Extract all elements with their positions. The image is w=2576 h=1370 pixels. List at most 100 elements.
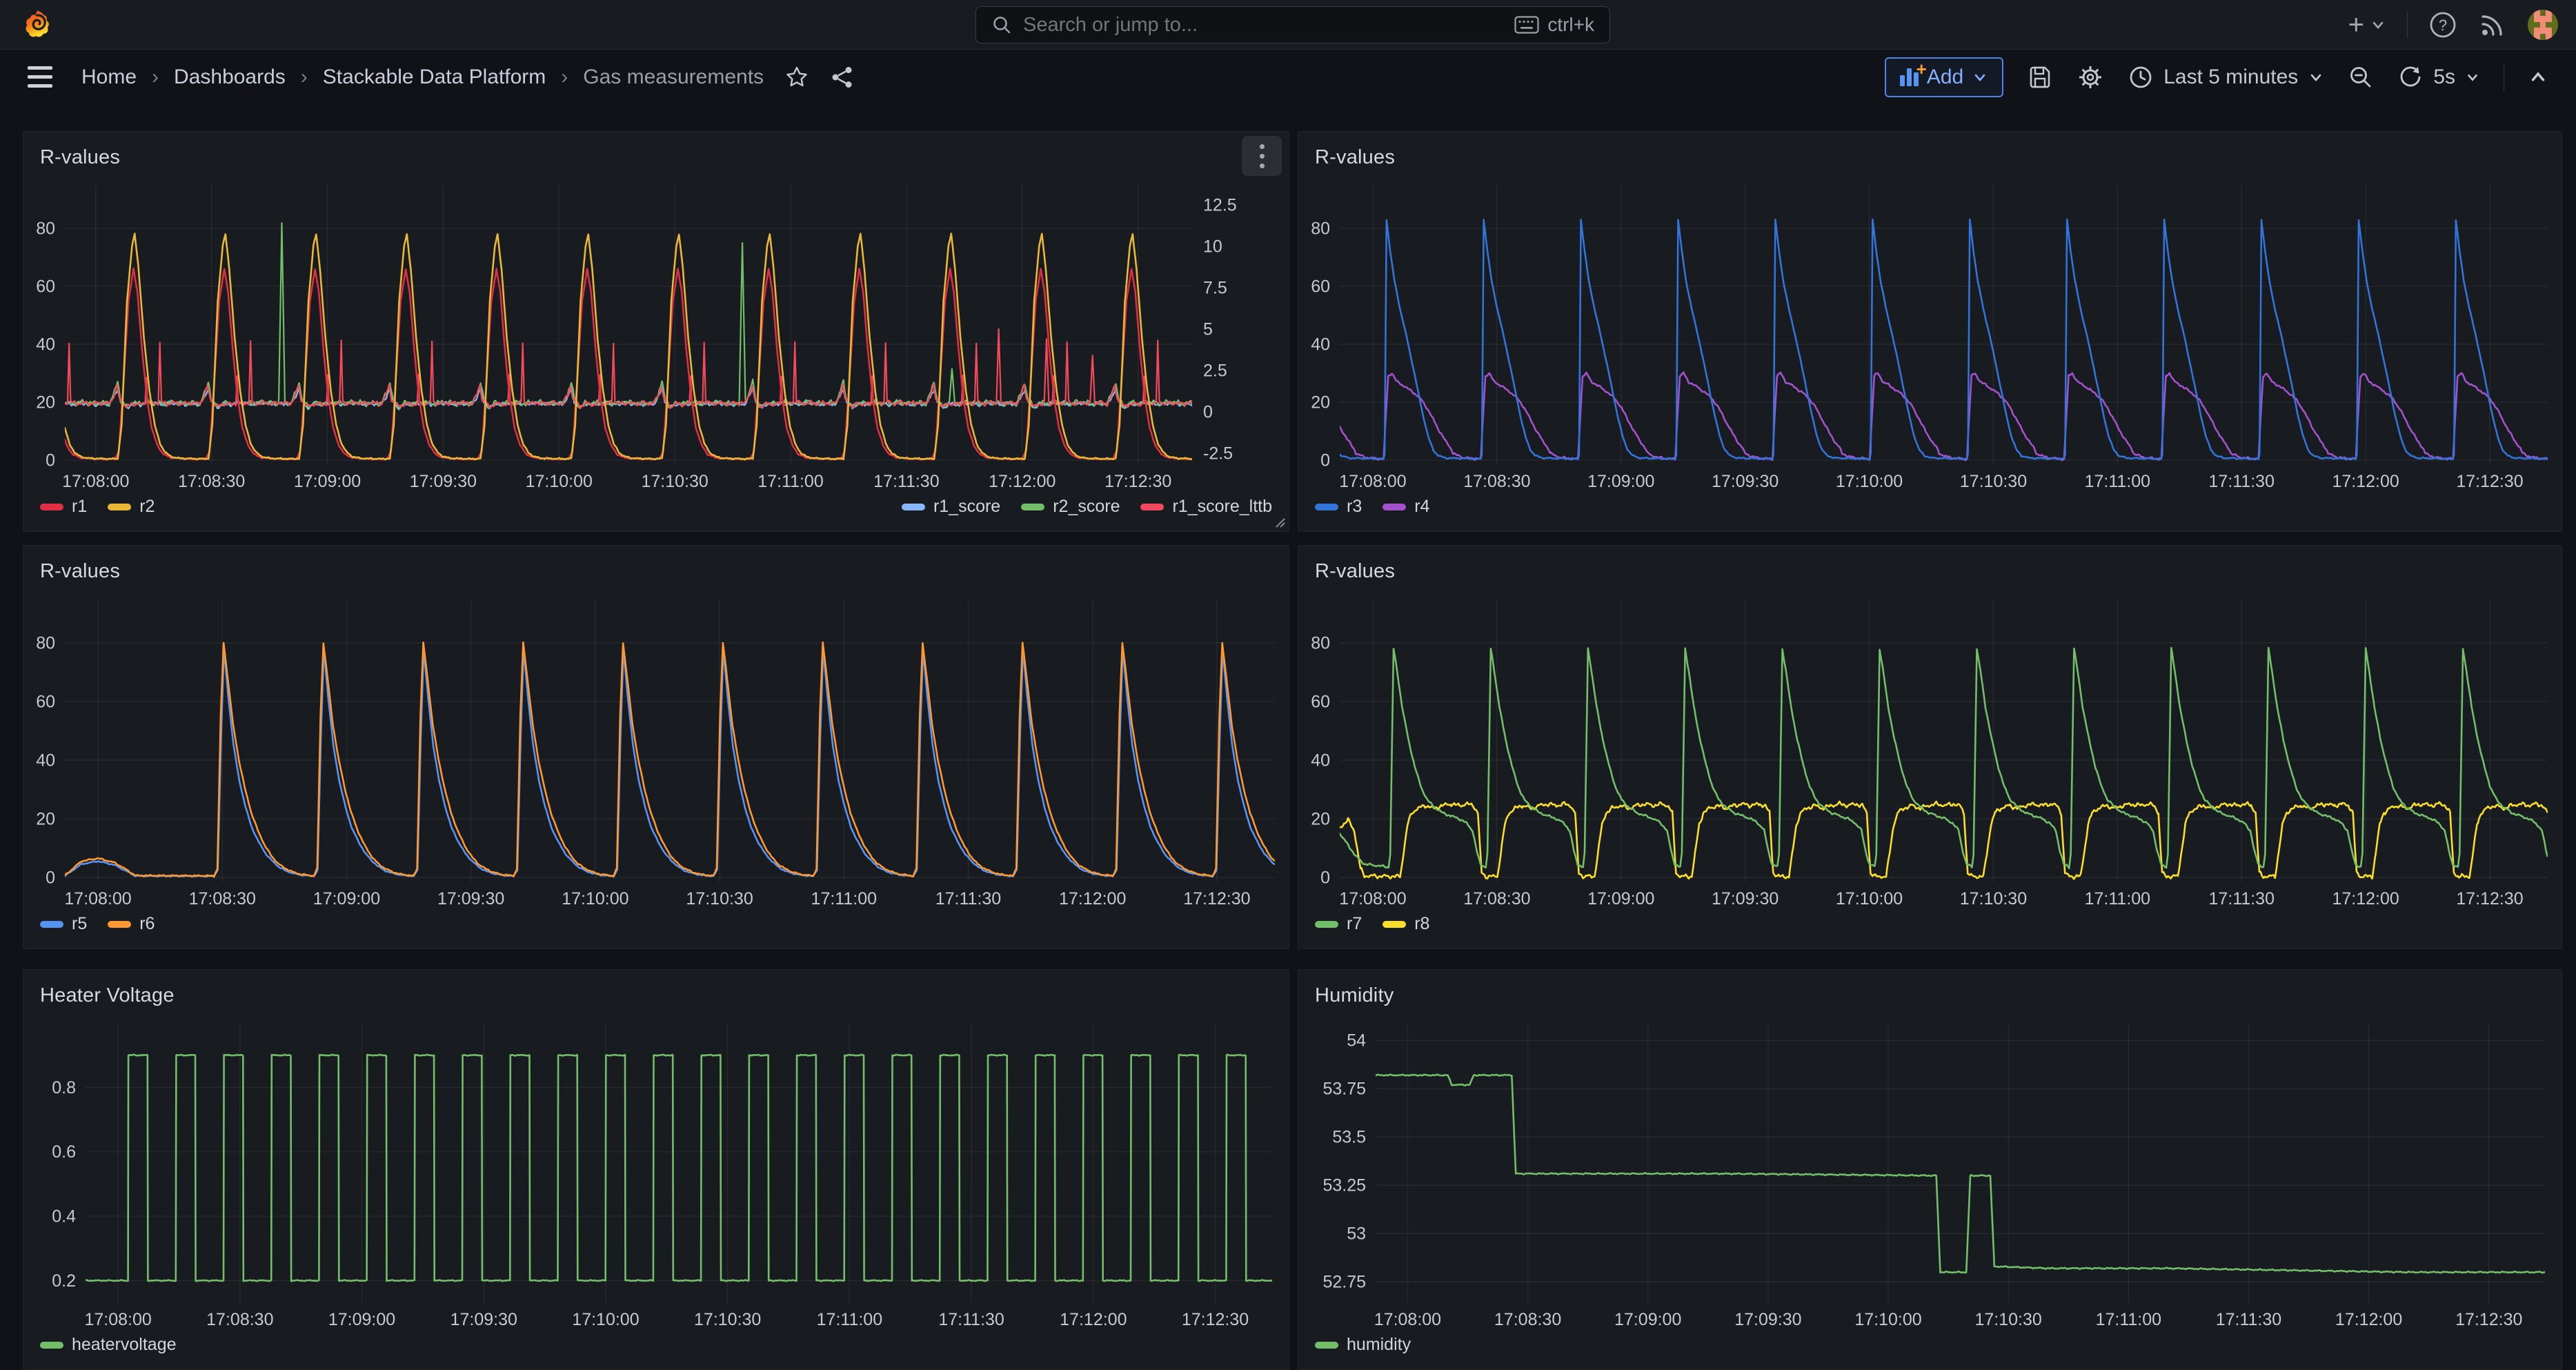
legend-swatch (1315, 921, 1338, 928)
x-axis-tick-label: 17:09:30 (437, 889, 504, 909)
panel-header[interactable]: R-values (1298, 132, 2562, 183)
legend-label: r6 (139, 914, 155, 934)
time-range-label: Last 5 minutes (2163, 66, 2298, 89)
legend-item-r4[interactable]: r4 (1383, 497, 1429, 517)
panel-title[interactable]: Humidity (1315, 984, 1394, 1007)
new-menu-button[interactable]: + (2348, 10, 2386, 41)
favorite-button[interactable] (784, 65, 809, 90)
clock-icon (2128, 64, 2154, 90)
legend-swatch (1021, 504, 1044, 510)
legend-item-heatervoltage[interactable]: heatervoltage (40, 1335, 177, 1355)
panel-legend: humidity (1298, 1332, 2562, 1369)
keyboard-icon (1514, 16, 1539, 34)
star-icon (784, 65, 809, 90)
y-axis-tick-label: 60 (36, 692, 55, 711)
panel-header[interactable]: R-values (23, 132, 1289, 183)
dashboard-subnav: Home › Dashboards › Stackable Data Platf… (0, 50, 2576, 103)
legend-item-r2[interactable]: r2 (108, 497, 155, 517)
x-axis-tick-label: 17:12:30 (1104, 472, 1171, 491)
legend-item-r1_score_lttb[interactable]: r1_score_lttb (1140, 497, 1272, 517)
x-axis-tick-label: 17:08:30 (1494, 1310, 1561, 1329)
breadcrumb-folder[interactable]: Stackable Data Platform (323, 66, 546, 89)
panel-menu-button[interactable] (1242, 136, 1282, 176)
panel-header[interactable]: Humidity (1298, 970, 2562, 1022)
x-axis-tick-label: 17:12:00 (1060, 1310, 1127, 1329)
x-axis-tick-label: 17:09:30 (1712, 889, 1779, 909)
x-axis-tick-label: 17:10:00 (526, 472, 593, 491)
legend-item-r1[interactable]: r1 (40, 497, 87, 517)
menu-toggle-button[interactable] (28, 66, 52, 88)
save-dashboard-button[interactable] (2027, 64, 2053, 90)
panel-header[interactable]: R-values (23, 546, 1289, 597)
panel-resize-handle[interactable] (1274, 516, 1286, 528)
legend-label: r2_score (1053, 497, 1120, 517)
y-axis-tick-label: 0 (46, 868, 55, 887)
y-axis-tick-label: 53.5 (1332, 1128, 1366, 1147)
y-axis-right-tick-label: -2.5 (1203, 444, 1233, 464)
panel-title[interactable]: R-values (1315, 146, 1395, 169)
time-range-picker[interactable]: Last 5 minutes (2128, 64, 2324, 90)
legend-item-humidity[interactable]: humidity (1315, 1335, 1411, 1355)
zoom-out-button[interactable] (2348, 64, 2374, 90)
timeseries-chart[interactable]: 02040608017:08:0017:08:3017:09:0017:09:3… (23, 597, 1289, 911)
legend-item-r6[interactable]: r6 (108, 914, 155, 934)
x-axis-tick-label: 17:12:30 (1182, 1310, 1249, 1329)
y-axis-tick-label: 80 (1311, 633, 1330, 653)
add-panel-button[interactable]: + Add (1885, 57, 2003, 97)
share-icon (830, 65, 855, 90)
x-axis-tick-label: 17:09:00 (1614, 1310, 1681, 1329)
y-axis-tick-label: 0.2 (52, 1271, 76, 1291)
panel-title[interactable]: R-values (40, 146, 120, 169)
help-icon: ? (2428, 10, 2457, 39)
legend-group: r1 r2 (40, 497, 155, 517)
news-button[interactable] (2478, 10, 2507, 39)
x-axis-tick-label: 17:09:00 (328, 1310, 395, 1329)
x-axis-tick-label: 17:11:30 (2216, 1310, 2281, 1329)
svg-text:?: ? (2439, 17, 2447, 34)
grafana-logo[interactable] (0, 9, 76, 41)
legend-item-r2_score[interactable]: r2_score (1021, 497, 1120, 517)
y-axis-right-tick-label: 12.5 (1203, 195, 1237, 215)
legend-label: heatervoltage (72, 1335, 177, 1355)
legend-item-r7[interactable]: r7 (1315, 914, 1362, 934)
x-axis-tick-label: 17:11:30 (2209, 472, 2275, 491)
panel-title[interactable]: Heater Voltage (40, 984, 175, 1007)
timeseries-chart[interactable]: 0.20.40.60.817:08:0017:08:3017:09:0017:0… (23, 1022, 1289, 1332)
legend-group: humidity (1315, 1335, 1411, 1355)
x-axis-tick-label: 17:10:30 (686, 889, 753, 909)
collapse-toolbar-button[interactable] (2528, 67, 2548, 88)
timeseries-chart[interactable]: 020406080-2.502.557.51012.517:08:0017:08… (23, 183, 1289, 494)
x-axis-tick-label: 17:12:30 (2456, 472, 2523, 491)
x-axis-tick-label: 17:12:00 (2335, 1310, 2402, 1329)
timeseries-chart[interactable]: 52.755353.2553.553.755417:08:0017:08:301… (1298, 1022, 2562, 1332)
timeseries-chart[interactable]: 02040608017:08:0017:08:3017:09:0017:09:3… (1298, 597, 2562, 911)
panel-legend: r7 r8 (1298, 911, 2562, 949)
search-bar[interactable]: ctrl+k (975, 6, 1610, 43)
legend-group: r3 r4 (1315, 497, 1429, 517)
legend-label: r7 (1347, 914, 1362, 934)
dashboard-settings-button[interactable] (2077, 63, 2104, 91)
chevron-down-icon (2308, 69, 2324, 86)
x-axis-tick-label: 17:09:30 (1734, 1310, 1801, 1329)
breadcrumb-home[interactable]: Home (81, 66, 137, 89)
panel-header[interactable]: Heater Voltage (23, 970, 1289, 1022)
legend-item-r5[interactable]: r5 (40, 914, 87, 934)
legend-item-r3[interactable]: r3 (1315, 497, 1362, 517)
timeseries-chart[interactable]: 02040608017:08:0017:08:3017:09:0017:09:3… (1298, 183, 2562, 494)
refresh-picker[interactable]: 5s (2397, 64, 2480, 90)
breadcrumb-dashboards[interactable]: Dashboards (174, 66, 286, 89)
legend-item-r8[interactable]: r8 (1383, 914, 1429, 934)
search-input[interactable] (1023, 14, 1514, 37)
y-axis-tick-label: 0 (1320, 868, 1330, 887)
legend-item-r1_score[interactable]: r1_score (902, 497, 1000, 517)
help-button[interactable]: ? (2428, 10, 2457, 39)
share-button[interactable] (830, 65, 855, 90)
y-axis-tick-label: 20 (36, 393, 55, 412)
panel-header[interactable]: R-values (1298, 546, 2562, 597)
panel-title[interactable]: R-values (1315, 560, 1395, 583)
x-axis-tick-label: 17:08:00 (84, 1310, 151, 1329)
panel-title[interactable]: R-values (40, 560, 120, 583)
user-avatar[interactable] (2528, 10, 2558, 40)
y-axis-tick-label: 53.75 (1322, 1080, 1366, 1099)
panel-legend: r5 r6 (23, 911, 1289, 949)
